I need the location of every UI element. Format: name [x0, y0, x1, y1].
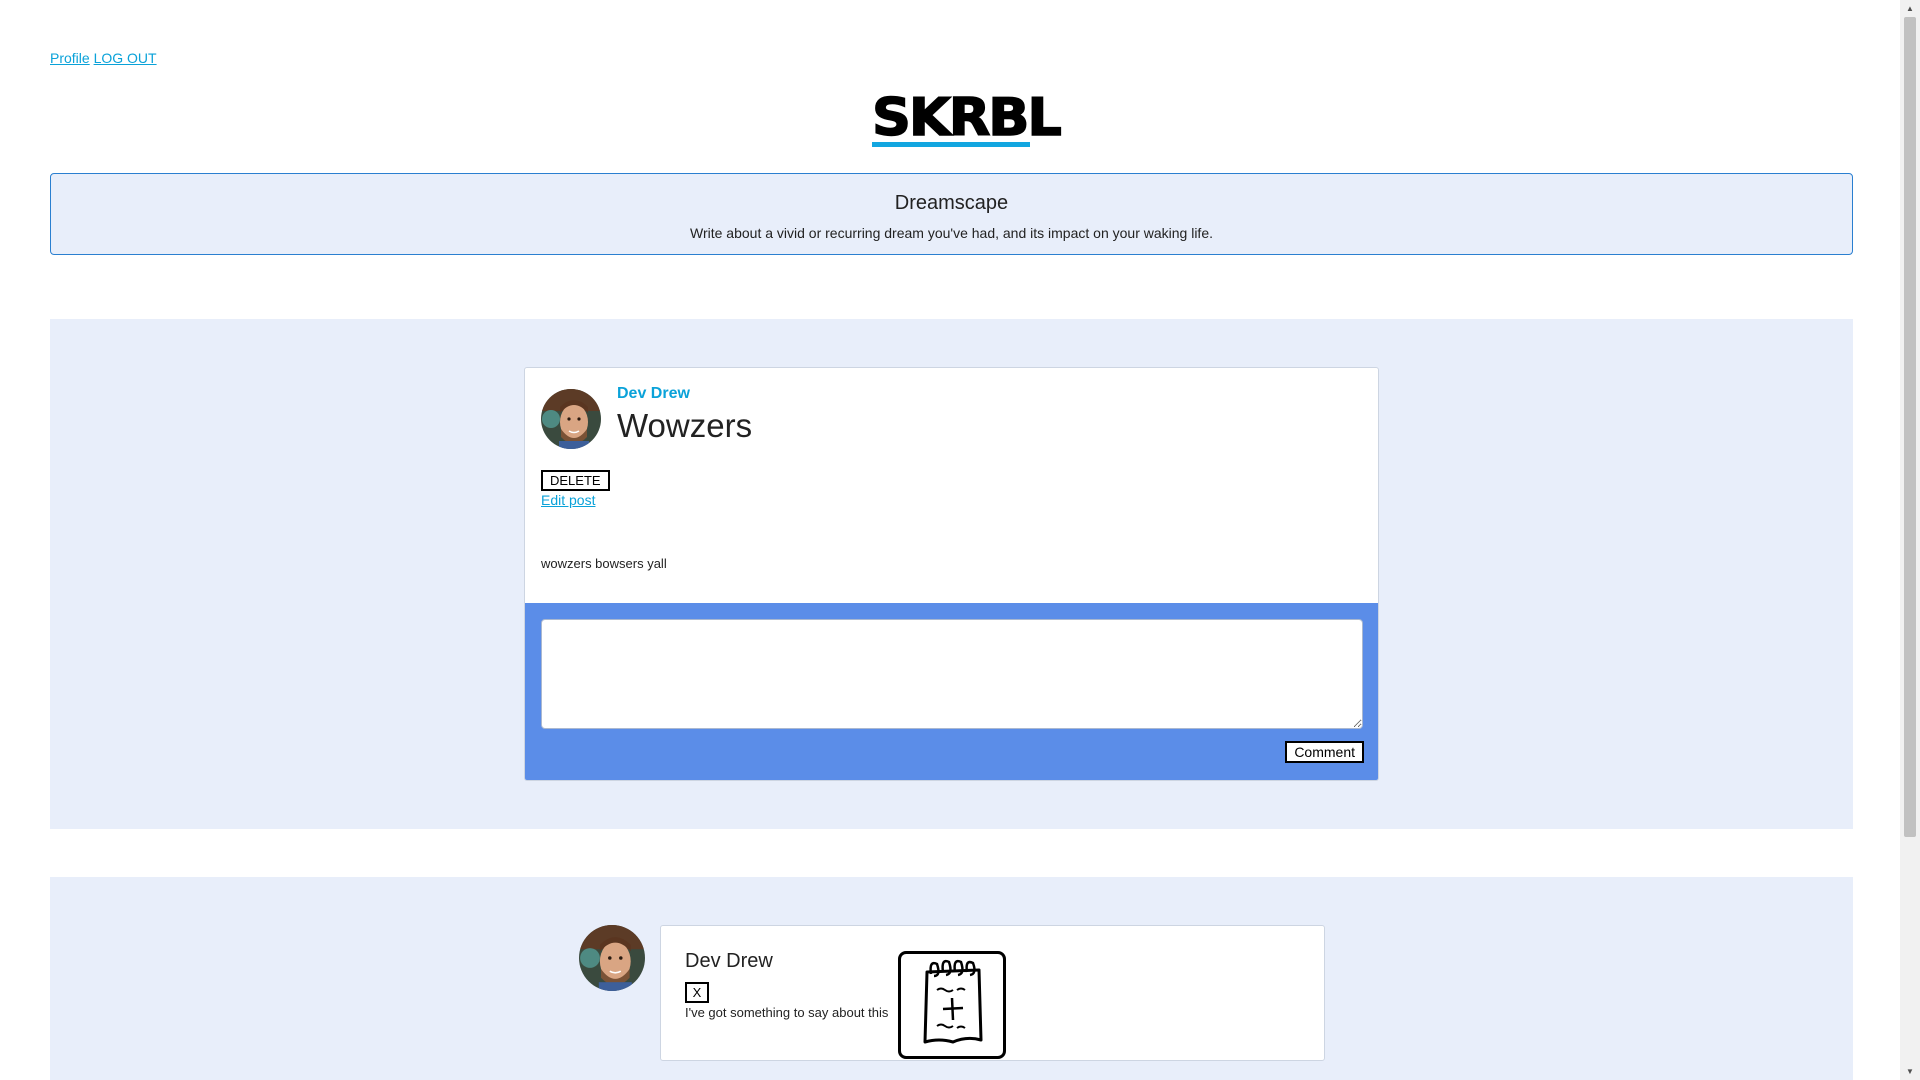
- prompt-box: Dreamscape Write about a vivid or recurr…: [50, 173, 1853, 255]
- vertical-scrollbar[interactable]: ▲ ▼: [1900, 0, 1920, 1080]
- edit-post-link[interactable]: Edit post: [541, 492, 595, 508]
- comment-textarea[interactable]: [541, 619, 1363, 729]
- avatar-image: [541, 389, 601, 449]
- scroll-down-arrow-icon[interactable]: ▼: [1900, 1063, 1920, 1080]
- comment-form: Comment: [525, 603, 1378, 780]
- post-title: Wowzers: [617, 407, 753, 444]
- post-section: Dev Drew Wowzers DELETE Edit post wowzer…: [50, 319, 1853, 829]
- post-card: Dev Drew Wowzers DELETE Edit post wowzer…: [524, 367, 1379, 781]
- prompt-title: Dreamscape: [894, 192, 1009, 214]
- scroll-up-arrow-icon[interactable]: ▲: [1900, 0, 1920, 17]
- post-body: wowzers bowsers yall: [541, 556, 667, 571]
- logout-link[interactable]: LOG OUT: [94, 50, 157, 66]
- post-author[interactable]: Dev Drew: [617, 385, 690, 403]
- comment-author: Dev Drew: [685, 950, 773, 972]
- comment-text: I've got something to say about this: [685, 1005, 889, 1020]
- notepad-icon[interactable]: [898, 951, 1006, 1059]
- top-nav: Profile LOG OUT: [50, 50, 157, 66]
- logo-underline: [872, 142, 1030, 147]
- page: Profile LOG OUT SKRBL Dreamscape Write a…: [0, 0, 1900, 1080]
- commenter-avatar[interactable]: [579, 925, 645, 991]
- profile-link[interactable]: Profile: [50, 50, 90, 66]
- prompt-description: Write about a vivid or recurring dream y…: [690, 225, 1213, 241]
- avatar-image: [579, 925, 645, 991]
- delete-post-button[interactable]: DELETE: [541, 470, 610, 491]
- delete-comment-button[interactable]: X: [685, 982, 709, 1003]
- author-avatar[interactable]: [541, 389, 601, 449]
- comment-submit-button[interactable]: Comment: [1285, 741, 1364, 763]
- skrbl-logo[interactable]: SKRBL: [871, 91, 1063, 148]
- logo-text: SKRBL: [871, 88, 1062, 148]
- notepad-drawing: [923, 959, 983, 1044]
- scrollbar-thumb[interactable]: [1904, 17, 1916, 837]
